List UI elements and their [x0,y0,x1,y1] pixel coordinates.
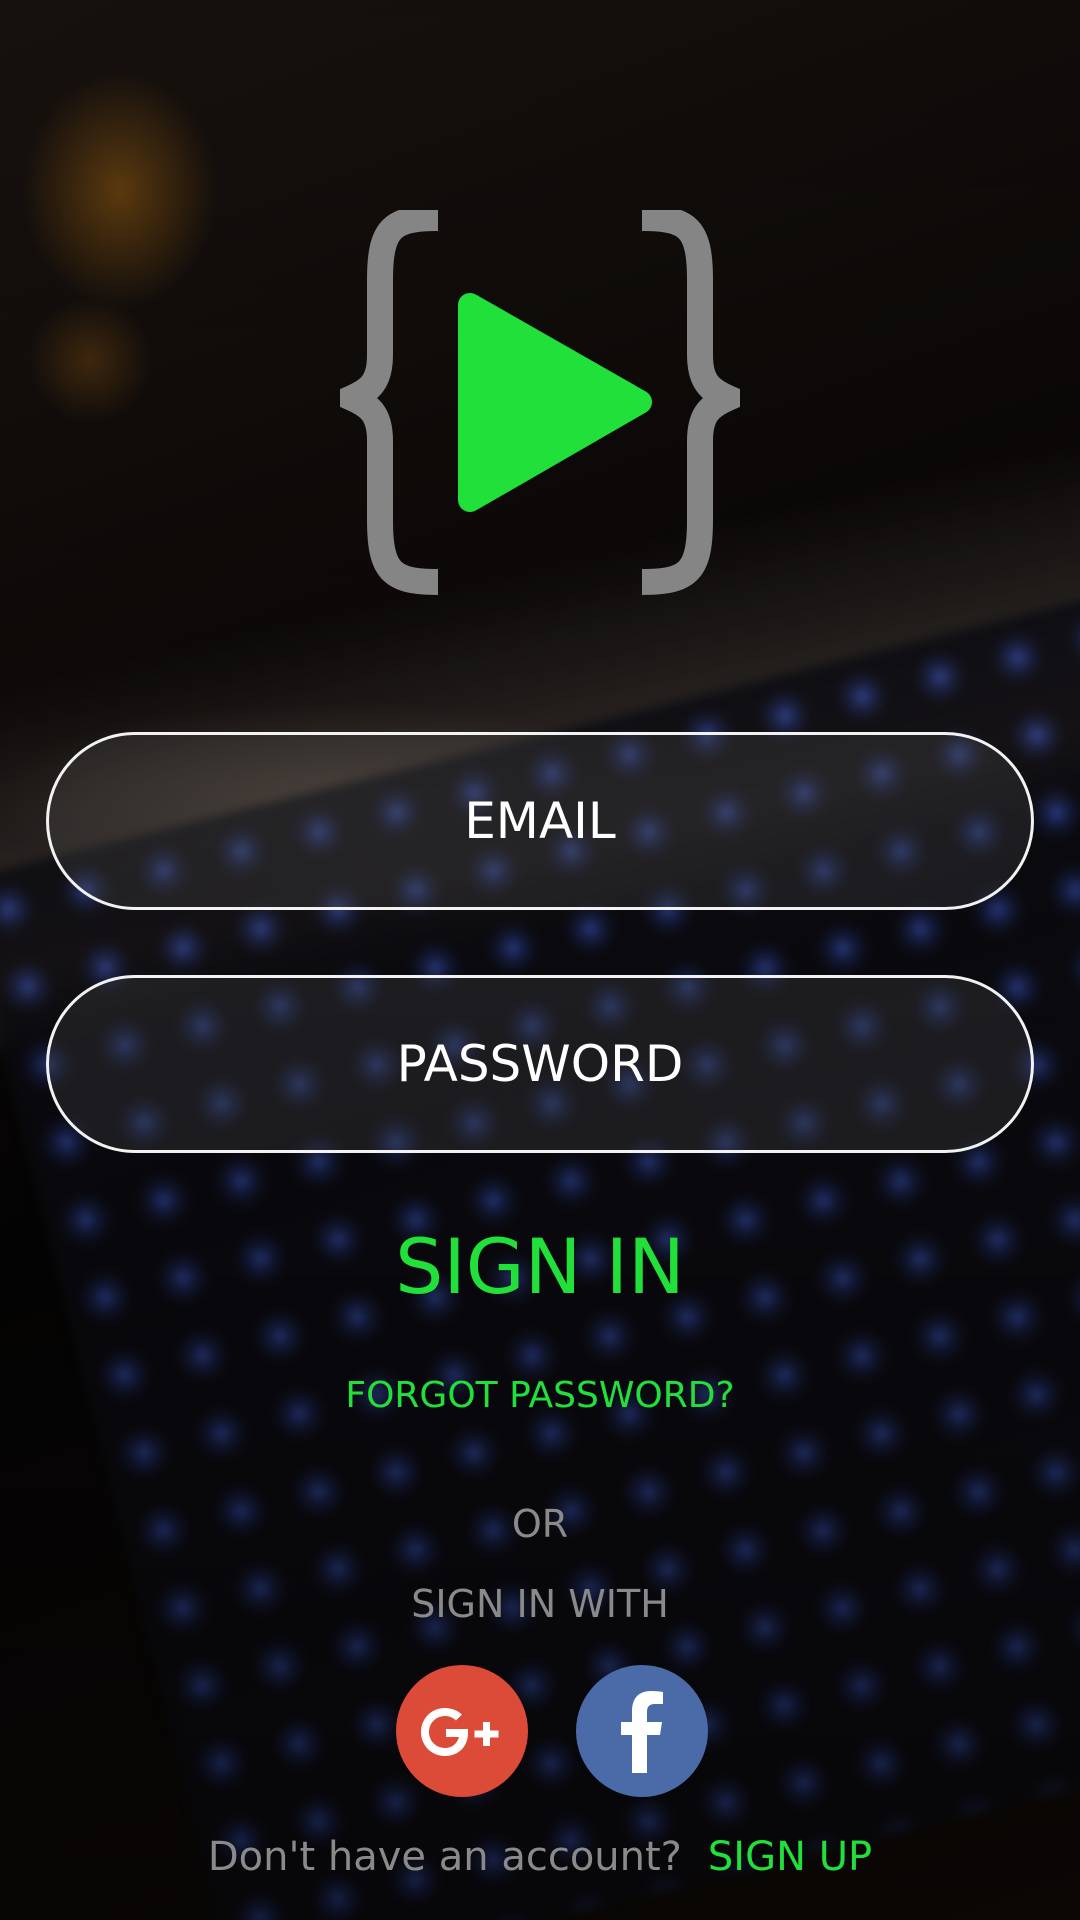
google-sign-in-button[interactable] [396,1665,528,1797]
forgot-password-link[interactable]: FORGOT PASSWORD? [0,1375,1080,1416]
sign-in-button[interactable]: SIGN IN [0,1225,1080,1309]
login-screen: SIGN IN FORGOT PASSWORD? OR SIGN IN WITH… [0,0,1080,1920]
sign-up-prompt: Don't have an account? SIGN UP [0,1834,1080,1880]
app-logo [340,210,740,610]
sign-in-with-label: SIGN IN WITH [411,1582,669,1626]
facebook-icon [621,1691,663,1773]
or-divider-label: OR [511,1502,569,1546]
email-field[interactable] [46,732,1034,910]
facebook-sign-in-button[interactable] [576,1665,708,1797]
sign-up-link[interactable]: SIGN UP [708,1834,872,1880]
password-field[interactable] [46,975,1034,1153]
no-account-text: Don't have an account? [207,1834,682,1880]
code-play-logo-icon [340,210,740,595]
google-plus-icon [421,1708,499,1756]
